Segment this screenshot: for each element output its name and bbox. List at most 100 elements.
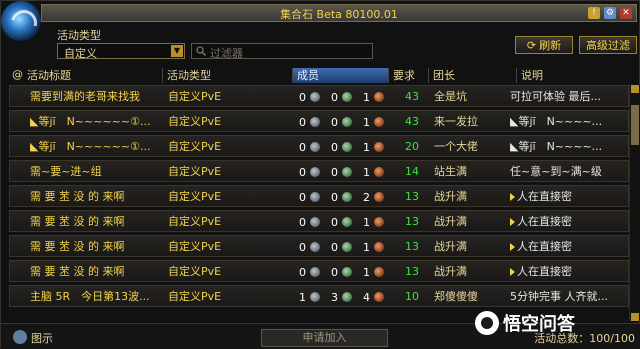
table-row[interactable]: 需要到满的老哥来找我 自定义PvE 0 0 1 43 全是坑 可拉可体验 最后... [9,85,629,107]
row-requirement: 13 [405,240,419,253]
healer-count: 0 [331,90,338,104]
table-row[interactable]: 需 要 苤 没 的 来啊 自定义PvE 0 0 2 13 战升满 人在直接密 [9,185,629,207]
list-scrollbar[interactable] [629,85,640,321]
row-title: ◣等jī N~~~~~~①... [30,115,151,128]
row-requirement: 43 [405,90,419,103]
row-members: 1 3 4 [294,289,384,305]
row-type: 自定义PvE [168,165,222,178]
row-description-text: 人在直接密 [517,265,572,278]
row-members: 0 0 1 [294,239,384,255]
row-leader: 战升满 [434,240,467,253]
row-type: 自定义PvE [168,140,222,153]
dps-count: 1 [363,140,370,154]
row-description: 人在直接密 [510,240,628,254]
chevron-down-icon[interactable]: ▼ [171,45,183,57]
column-type[interactable]: 活动类型 [163,68,293,83]
table-row[interactable]: 需 要 苤 没 的 来啊 自定义PvE 0 0 1 13 战升满 人在直接密 [9,260,629,282]
table-row[interactable]: 需~要~进~组 自定义PvE 0 0 1 14 站生满 任~意~到~满~级 [9,160,629,182]
scroll-up-button[interactable] [631,85,639,93]
column-title[interactable]: 活动标题 [23,68,163,83]
row-members: 0 0 1 [294,214,384,230]
advanced-filter-button[interactable]: 高级过滤 [579,36,637,54]
filter-search-input[interactable]: 过滤器 [191,43,373,60]
dps-count: 1 [363,240,370,254]
tank-role-icon [310,192,320,202]
row-description-text: 人在直接密 [517,215,572,228]
dps-role-icon [374,242,384,252]
table-row[interactable]: ◣等jī N~~~~~~①... 自定义PvE 0 0 1 20 一个大佬 ◣等jī N~~~… [9,135,629,157]
healer-count: 0 [331,215,338,229]
speaker-icon [510,193,515,201]
dps-role-icon [374,267,384,277]
row-description-text: 人在直接密 [517,240,572,253]
dps-role-icon [374,117,384,127]
settings-icon[interactable]: ⚙ [604,7,616,19]
tank-count: 0 [299,240,306,254]
activity-type-dropdown[interactable]: 自定义 ▼ [57,43,185,60]
row-title: 需 要 苤 没 的 来啊 [30,190,125,203]
tank-role-icon [310,167,320,177]
dps-count: 1 [363,90,370,104]
advanced-filter-label: 高级过滤 [586,39,630,52]
watermark-logo-icon [475,311,499,335]
row-requirement: 13 [405,215,419,228]
legend-icon[interactable] [13,330,27,344]
row-members: 0 0 1 [294,164,384,180]
at-icon: @ [12,68,23,81]
tank-count: 0 [299,215,306,229]
search-icon [196,46,206,56]
row-requirement: 20 [405,140,419,153]
dps-role-icon [374,217,384,227]
tank-role-icon [310,292,320,302]
scroll-down-button[interactable] [631,313,639,321]
row-description-text: 可拉可体验 最后... [510,90,601,103]
column-members[interactable]: 成员 [293,68,389,83]
scroll-thumb[interactable] [631,105,639,145]
dps-count: 4 [363,290,370,304]
table-row[interactable]: 主脑 5R 今日第13波... 自定义PvE 1 3 4 10 郑傻傻傻 5分钟完事 人齐就.… [9,285,629,307]
row-title: 主脑 5R 今日第13波... [30,290,150,303]
row-description-text: ◣等jī N~~~~... [510,115,603,128]
apply-join-button[interactable]: 申请加入 [261,329,388,347]
row-leader: 一个大佬 [434,140,478,153]
table-row[interactable]: 需 要 苤 没 的 来啊 自定义PvE 0 0 1 13 战升满 人在直接密 [9,235,629,257]
row-description-text: 任~意~到~满~级 [510,165,602,178]
column-leader[interactable]: 团长 [429,68,517,83]
row-requirement: 43 [405,115,419,128]
healer-role-icon [342,242,352,252]
row-leader: 来一发拉 [434,115,478,128]
healer-role-icon [342,117,352,127]
notice-icon[interactable]: ! [588,7,600,19]
healer-count: 0 [331,165,338,179]
healer-role-icon [342,92,352,102]
app-window: 集合石 Beta 80100.01 ! ⚙ ✕ 活动类型 自定义 ▼ 过滤器 ⟳… [0,0,640,349]
addon-logo-icon[interactable] [1,1,41,41]
tank-count: 0 [299,190,306,204]
row-type: 自定义PvE [168,115,222,128]
refresh-button[interactable]: ⟳ 刷新 [515,36,573,54]
search-placeholder: 过滤器 [210,47,243,60]
row-description: 任~意~到~满~级 [510,165,628,179]
row-members: 0 0 1 [294,89,384,105]
dps-role-icon [374,92,384,102]
column-requirement[interactable]: 要求 [389,68,429,83]
close-icon[interactable]: ✕ [620,7,632,19]
watermark-text: 悟空问答 [503,314,575,335]
healer-role-icon [342,292,352,302]
refresh-icon: ⟳ [526,38,537,52]
healer-count: 0 [331,240,338,254]
tank-role-icon [310,92,320,102]
column-description[interactable]: 说明 [517,68,629,83]
table-row[interactable]: 需 要 苤 没 的 来啊 自定义PvE 0 0 1 13 战升满 人在直接密 [9,210,629,232]
row-description: 可拉可体验 最后... [510,90,628,104]
tank-count: 0 [299,165,306,179]
row-description-text: 人在直接密 [517,190,572,203]
tank-count: 0 [299,115,306,129]
row-title: 需 要 苤 没 的 来啊 [30,240,125,253]
tank-role-icon [310,117,320,127]
table-row[interactable]: ◣等jī N~~~~~~①... 自定义PvE 0 0 1 43 来一发拉 ◣等jī N~~~… [9,110,629,132]
tank-role-icon [310,242,320,252]
healer-role-icon [342,167,352,177]
table-header: @ 活动标题 活动类型 成员 要求 团长 说明 [9,68,629,83]
speaker-icon [510,218,515,226]
